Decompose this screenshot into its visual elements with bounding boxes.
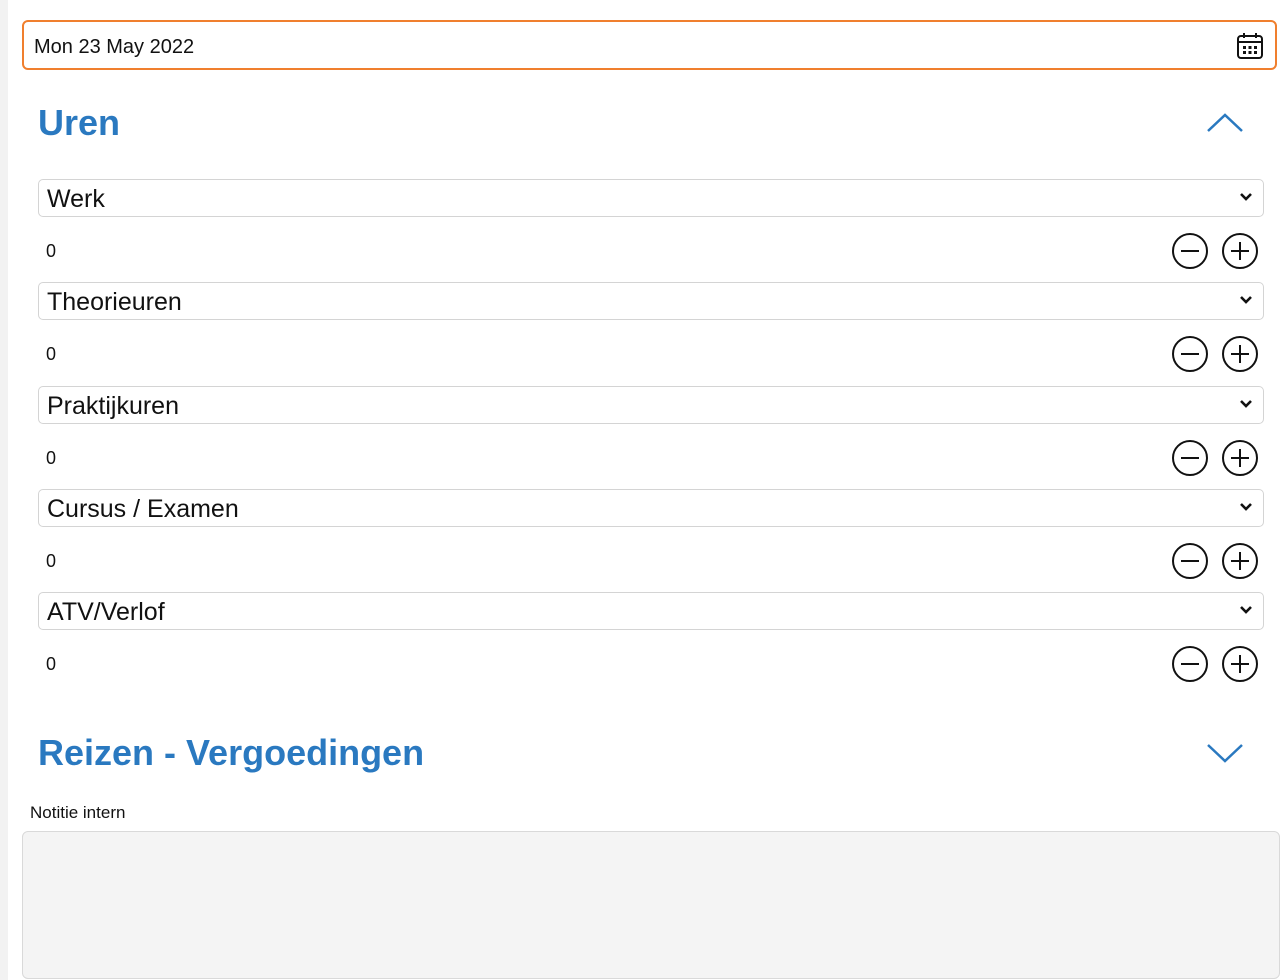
- decrement-button[interactable]: [1170, 438, 1210, 478]
- select-value: ATV/Verlof: [47, 598, 165, 626]
- decrement-button[interactable]: [1170, 231, 1210, 271]
- reizen-title: Reizen - Vergoedingen: [38, 732, 425, 773]
- hours-value: 0: [46, 654, 57, 674]
- notitie-textarea[interactable]: [22, 831, 1280, 979]
- decrement-button[interactable]: [1170, 644, 1210, 684]
- increment-button[interactable]: [1220, 231, 1260, 271]
- chevron-up-icon[interactable]: [1205, 111, 1245, 135]
- hours-value: 0: [46, 448, 57, 468]
- calendar-icon[interactable]: [1235, 31, 1265, 61]
- uren-type-select-praktijkuren[interactable]: Praktijkuren: [38, 386, 1264, 424]
- decrement-button[interactable]: [1170, 334, 1210, 374]
- chevron-down-icon: [1240, 400, 1252, 408]
- hours-value: 0: [46, 551, 57, 571]
- date-value: Mon 23 May 2022: [34, 36, 195, 58]
- increment-button[interactable]: [1220, 438, 1260, 478]
- increment-button[interactable]: [1220, 334, 1260, 374]
- chevron-down-icon[interactable]: [1205, 741, 1245, 765]
- notitie-label: Notitie intern: [30, 803, 126, 822]
- chevron-down-icon: [1240, 503, 1252, 511]
- decrement-button[interactable]: [1170, 541, 1210, 581]
- left-border: [0, 0, 8, 980]
- select-value: Werk: [47, 185, 105, 213]
- select-value: Cursus / Examen: [47, 495, 239, 523]
- select-value: Theorieuren: [47, 288, 182, 316]
- chevron-down-icon: [1240, 296, 1252, 304]
- uren-title: Uren: [38, 102, 121, 143]
- date-field[interactable]: Mon 23 May 2022: [22, 20, 1277, 70]
- uren-type-select-werk[interactable]: Werk: [38, 179, 1264, 217]
- increment-button[interactable]: [1220, 541, 1260, 581]
- chevron-down-icon: [1240, 193, 1252, 201]
- uren-type-select-theorieuren[interactable]: Theorieuren: [38, 282, 1264, 320]
- increment-button[interactable]: [1220, 644, 1260, 684]
- chevron-down-icon: [1240, 606, 1252, 614]
- select-value: Praktijkuren: [47, 392, 179, 420]
- hours-value: 0: [46, 344, 57, 364]
- uren-type-select-cursus-examen[interactable]: Cursus / Examen: [38, 489, 1264, 527]
- hours-value: 0: [46, 241, 57, 261]
- uren-type-select-atv-verlof[interactable]: ATV/Verlof: [38, 592, 1264, 630]
